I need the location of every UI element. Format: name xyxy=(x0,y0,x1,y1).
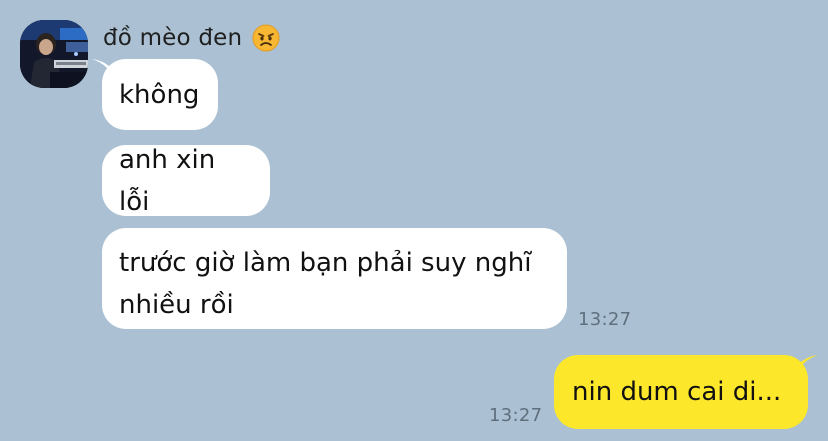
outgoing-message[interactable]: nin dum cai di... xyxy=(554,355,808,429)
outgoing-bubble-tail xyxy=(796,355,818,377)
contact-name: đồ mèo đen xyxy=(103,25,243,51)
contact-avatar-photo xyxy=(20,20,88,88)
message-timestamp: 13:27 xyxy=(578,309,632,330)
chat-thread: đồ mèo đen không anh xin lỗi trước giờ l… xyxy=(0,0,828,441)
message-text: không xyxy=(119,79,200,110)
message-text-line: nhiều rồi xyxy=(119,290,234,320)
incoming-message[interactable]: trước giờ làm bạn phải suy nghĩ nhiều rồ… xyxy=(102,228,567,329)
sender-header: đồ mèo đen xyxy=(103,22,280,54)
contact-avatar[interactable] xyxy=(20,20,88,88)
message-text: nin dum cai di... xyxy=(572,377,782,407)
message-timestamp: 13:27 xyxy=(489,405,543,426)
incoming-message[interactable]: không xyxy=(102,59,218,130)
message-text: anh xin lỗi xyxy=(119,144,216,217)
angry-face-emoji-icon xyxy=(252,24,280,52)
incoming-message[interactable]: anh xin lỗi xyxy=(102,145,270,217)
message-text-line: trước giờ làm bạn phải suy nghĩ xyxy=(119,248,532,278)
